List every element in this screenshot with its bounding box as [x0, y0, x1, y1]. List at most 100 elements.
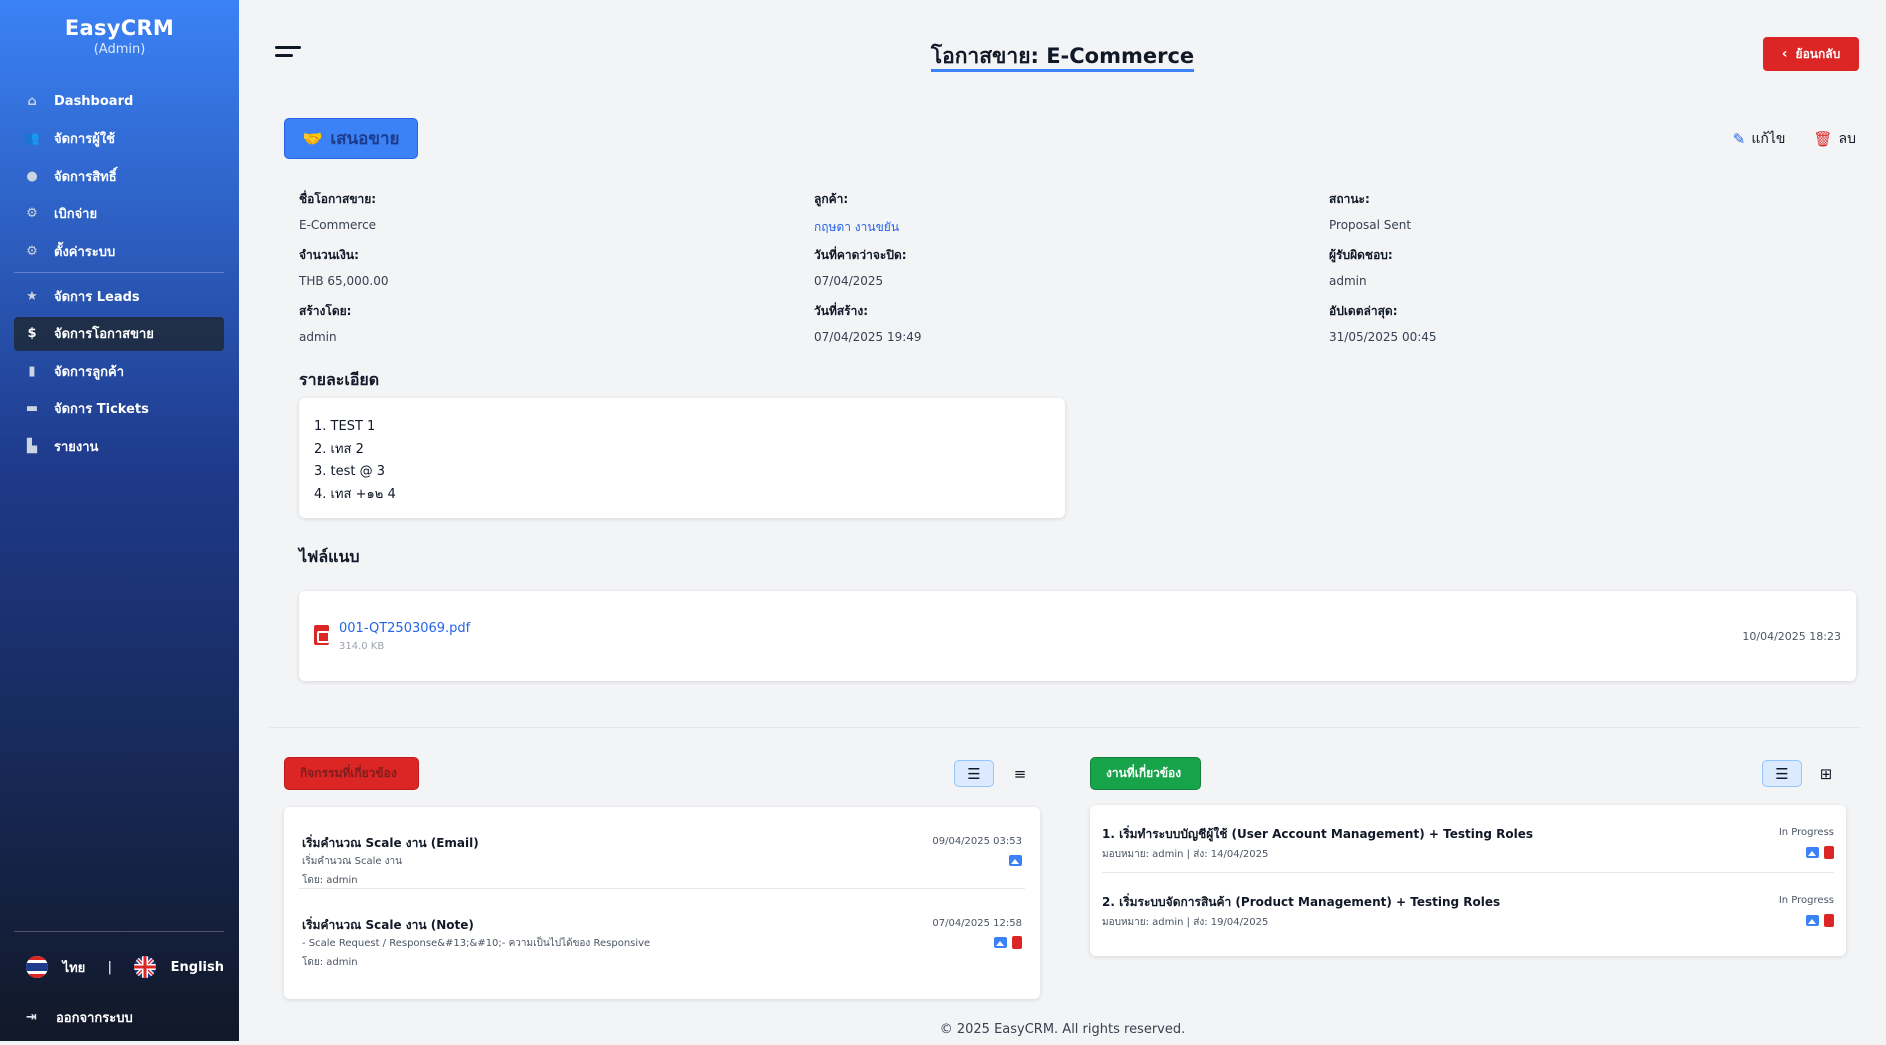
field-value: Proposal Sent — [1329, 218, 1412, 232]
list-item[interactable]: 1. เริ่มทำระบบบัญชีผู้ใช้ (User Account … — [1102, 805, 1834, 873]
field-value: THB 65,000.00 — [299, 274, 389, 288]
sidebar-item-label: จัดการผู้ใช้ — [54, 132, 116, 147]
task-meta: มอบหมาย: admin | ส่ง: 19/04/2025 — [1102, 917, 1269, 928]
activities-list: เริ่มคำนวณ Scale งาน (Email) เริ่มคำนวณ … — [284, 807, 1040, 999]
list-icon: ☰ — [967, 764, 981, 783]
field-label: สร้างโดย: — [299, 304, 352, 318]
pdf-icon[interactable] — [1012, 936, 1022, 949]
main-content: โอกาสขาย: E-Commerce ‹ ย้อนกลับ 🤝 เสนอขา… — [239, 0, 1886, 1045]
pencil-icon: ✎ — [1732, 130, 1746, 148]
sidebar-item-settings[interactable]: ⚙ ตั้งค่าระบบ — [14, 234, 224, 268]
sidebar-item-label: จัดการโอกาสขาย — [54, 327, 154, 342]
attachment-size: 314.0 KB — [339, 641, 385, 652]
detail-actions: ✎ แก้ไข 🗑 ลบ — [1705, 128, 1856, 150]
sidebar-item-label: Dashboard — [54, 93, 134, 109]
field-label: ผู้รับผิดชอบ: — [1329, 248, 1393, 262]
task-meta: มอบหมาย: admin | ส่ง: 14/04/2025 — [1102, 849, 1269, 860]
image-icon[interactable] — [1806, 847, 1819, 858]
nav-divider — [14, 272, 224, 273]
field-value: E-Commerce — [299, 218, 377, 232]
sidebar-footer: ไทย | English ⇥ ออกจากระบบ — [14, 931, 224, 1032]
task-title: 1. เริ่มทำระบบบัญชีผู้ใช้ (User Account … — [1102, 827, 1534, 841]
list-view-button[interactable]: ☰ — [1762, 760, 1802, 787]
field-status: สถานะ: Proposal Sent — [1329, 190, 1729, 246]
activity-author: โดย: admin — [302, 957, 358, 968]
list-item[interactable]: เริ่มคำนวณ Scale งาน (Note) - Scale Requ… — [299, 889, 1025, 971]
back-label: ย้อนกลับ — [1795, 46, 1841, 61]
delete-label: ลบ — [1838, 131, 1856, 147]
field-created-by: สร้างโดย: admin — [299, 302, 699, 358]
field-value: admin — [1329, 274, 1367, 288]
detail-line: 1. TEST 1 — [314, 419, 376, 434]
thai-flag-icon[interactable] — [26, 956, 48, 978]
logout-button[interactable]: ⇥ ออกจากระบบ — [14, 1002, 224, 1032]
menu-icon: ≡ — [1013, 764, 1027, 783]
image-icon[interactable] — [1806, 915, 1819, 926]
field-label: อัปเดตล่าสุด: — [1329, 304, 1398, 318]
list-view-button[interactable]: ☰ — [954, 760, 994, 787]
field-label: ลูกค้า: — [814, 192, 849, 206]
sidebar-item-leads[interactable]: ★ จัดการ Leads — [14, 279, 224, 313]
attachment-item: 001-QT2503069.pdf 314.0 KB 10/04/2025 18… — [299, 591, 1856, 681]
gear-icon: ⚙ — [26, 243, 38, 259]
compact-view-button[interactable]: ≡ — [1000, 760, 1040, 787]
ticket-icon: ▬ — [25, 401, 39, 416]
uk-flag-icon[interactable] — [134, 956, 156, 978]
sidebar-item-users[interactable]: 👥 จัดการผู้ใช้ — [14, 122, 224, 156]
field-owner: ผู้รับผิดชอบ: admin — [1329, 246, 1729, 302]
pdf-icon[interactable] — [1824, 914, 1834, 927]
sidebar-item-expenses[interactable]: ⚙ เบิกจ่าย — [14, 197, 224, 231]
stage-label: เสนอขาย — [330, 129, 400, 149]
task-status: In Progress — [1778, 895, 1834, 906]
edit-button[interactable]: ✎ แก้ไข — [1733, 128, 1786, 150]
sidebar-item-opportunities[interactable]: $ จัดการโอกาสขาย — [14, 316, 224, 351]
activity-date: 07/04/2025 12:58 — [932, 918, 1022, 929]
activities-tag: กิจกรรมที่เกี่ยวข้อง — [284, 757, 419, 790]
attachments-heading: ไฟล์แนบ — [299, 547, 360, 566]
brand-name: EasyCRM — [64, 16, 175, 40]
activity-title: เริ่มคำนวณ Scale งาน (Note) — [302, 918, 474, 932]
star-icon: ★ — [26, 288, 38, 304]
customer-link[interactable]: กฤษดา งานขยัน — [814, 218, 1214, 237]
field-amount: จำนวนเงิน: THB 65,000.00 — [299, 246, 699, 302]
building-icon: ▮ — [28, 363, 36, 379]
brand: EasyCRM (Admin) — [0, 0, 239, 57]
sidebar-item-permissions[interactable]: ● จัดการสิทธิ์ — [14, 159, 224, 193]
grid-view-button[interactable]: ⊞ — [1806, 760, 1846, 787]
sidebar-item-reports[interactable]: ▙ รายงาน — [14, 429, 224, 463]
sidebar-item-label: จัดการ Leads — [54, 289, 140, 305]
sidebar-item-customers[interactable]: ▮ จัดการลูกค้า — [14, 354, 224, 388]
image-icon[interactable] — [994, 937, 1007, 948]
divider — [269, 727, 1861, 728]
sidebar-item-label: จัดการ Tickets — [54, 402, 149, 417]
list-item[interactable]: เริ่มคำนวณ Scale งาน (Email) เริ่มคำนวณ … — [299, 807, 1025, 889]
sidebar-item-dashboard[interactable]: ⌂ Dashboard — [14, 84, 224, 118]
delete-button[interactable]: 🗑 ลบ — [1813, 128, 1856, 150]
sidebar-item-label: เบิกจ่าย — [54, 207, 98, 222]
handshake-icon: 🤝 — [302, 129, 323, 148]
gear-icon: ⚙ — [26, 206, 38, 221]
back-button[interactable]: ‹ ย้อนกลับ — [1763, 37, 1859, 71]
logout-icon: ⇥ — [26, 1009, 37, 1025]
field-label: สถานะ: — [1329, 192, 1370, 206]
sidebar-item-label: จัดการสิทธิ์ — [54, 169, 117, 185]
field-close-date: วันที่คาดว่าจะปิด: 07/04/2025 — [814, 246, 1214, 302]
field-label: วันที่สร้าง: — [814, 304, 869, 318]
detail-line: 2. เทส 2 — [314, 441, 364, 457]
field-label: ชื่อโอกาสขาย: — [299, 192, 377, 206]
pdf-icon[interactable] — [1824, 846, 1834, 859]
lang-english[interactable]: English — [171, 960, 224, 975]
sidebar-item-label: รายงาน — [54, 439, 99, 455]
lang-thai[interactable]: ไทย — [63, 957, 86, 978]
sidebar-item-tickets[interactable]: ▬ จัดการ Tickets — [14, 392, 224, 426]
attachment-link[interactable]: 001-QT2503069.pdf — [339, 621, 470, 636]
field-created-at: วันที่สร้าง: 07/04/2025 19:49 — [814, 302, 1214, 358]
tasks-tag: งานที่เกี่ยวข้อง — [1090, 757, 1201, 790]
list-item[interactable]: 2. เริ่มระบบจัดการสินค้า (Product Manage… — [1102, 873, 1834, 941]
details-box: 1. TEST 1 2. เทส 2 3. test @ 3 4. เทส +๑… — [299, 398, 1065, 518]
lang-separator: | — [107, 959, 113, 975]
language-switcher: ไทย | English — [14, 932, 224, 1002]
task-status: In Progress — [1778, 827, 1834, 838]
image-icon[interactable] — [1009, 855, 1022, 866]
footer: © 2025 EasyCRM. All rights reserved. — [939, 1022, 1186, 1037]
